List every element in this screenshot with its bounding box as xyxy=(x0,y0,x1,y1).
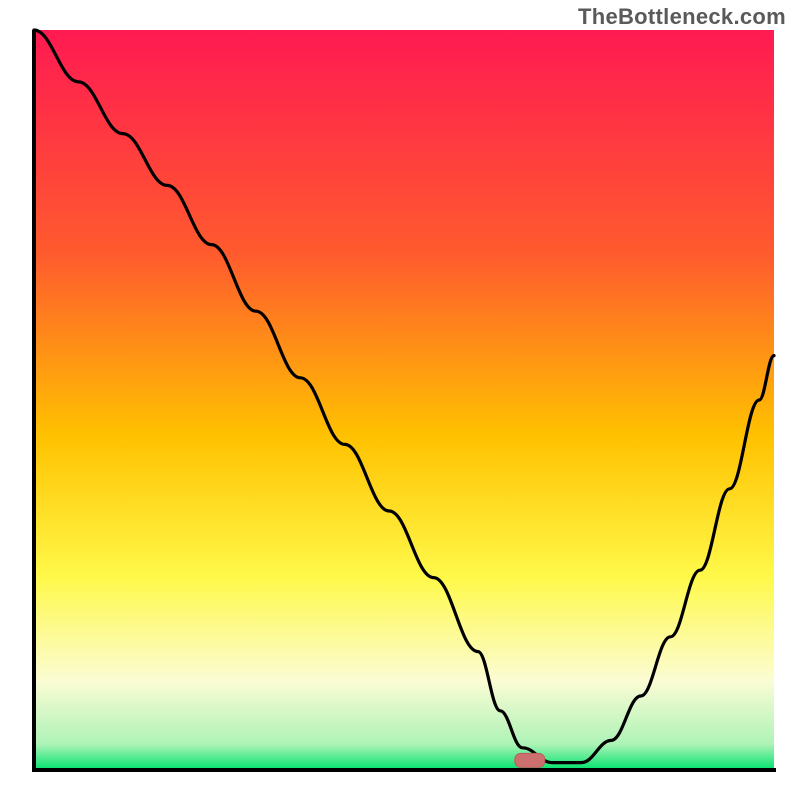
optimal-marker xyxy=(515,753,545,767)
watermark-text: TheBottleneck.com xyxy=(578,4,786,30)
chart-container: { "watermark": "TheBottleneck.com", "col… xyxy=(0,0,800,800)
plot-background xyxy=(34,30,774,770)
bottleneck-chart xyxy=(0,0,800,800)
